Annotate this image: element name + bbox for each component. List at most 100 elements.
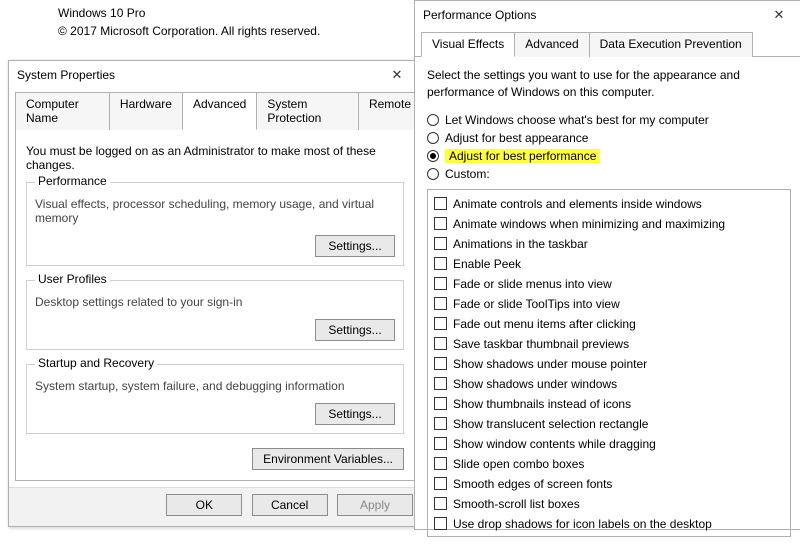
checkbox-icon[interactable] <box>434 197 447 210</box>
dialog-button-row: OK Cancel Apply <box>9 487 421 526</box>
checkbox-icon[interactable] <box>434 397 447 410</box>
list-item[interactable]: Enable Peek <box>434 254 784 274</box>
titlebar[interactable]: System Properties ✕ <box>9 61 421 89</box>
checkbox-label: Smooth-scroll list boxes <box>453 495 580 513</box>
checkbox-label: Show thumbnails instead of icons <box>453 395 631 413</box>
group-title: Startup and Recovery <box>35 356 157 370</box>
environment-variables-button[interactable]: Environment Variables... <box>252 448 404 470</box>
list-item[interactable]: Show window contents while dragging <box>434 434 784 454</box>
checkbox-icon[interactable] <box>434 277 447 290</box>
radio-icon <box>427 114 439 126</box>
checkbox-icon[interactable] <box>434 217 447 230</box>
group-title: User Profiles <box>35 272 110 286</box>
user-profiles-settings-button[interactable]: Settings... <box>315 319 395 341</box>
group-desc: Visual effects, processor scheduling, me… <box>35 197 395 225</box>
checkbox-label: Fade or slide ToolTips into view <box>453 295 620 313</box>
checkbox-label: Fade out menu items after clicking <box>453 315 636 333</box>
checkbox-icon[interactable] <box>434 317 447 330</box>
group-desc: System startup, system failure, and debu… <box>35 379 395 393</box>
tab-system-protection[interactable]: System Protection <box>256 92 359 130</box>
system-properties-dialog: System Properties ✕ Computer Name Hardwa… <box>8 60 422 527</box>
radio-label: Custom: <box>445 167 490 181</box>
checkbox-icon[interactable] <box>434 437 447 450</box>
list-item[interactable]: Smooth edges of screen fonts <box>434 474 784 494</box>
checkbox-label: Show window contents while dragging <box>453 435 656 453</box>
list-item[interactable]: Show shadows under windows <box>434 374 784 394</box>
checkbox-label: Animate controls and elements inside win… <box>453 195 702 213</box>
ok-button[interactable]: OK <box>166 494 242 516</box>
tab-hardware[interactable]: Hardware <box>109 92 183 130</box>
list-item[interactable]: Save taskbar thumbnail previews <box>434 334 784 354</box>
radio-best-performance[interactable]: Adjust for best performance <box>427 147 791 165</box>
checkbox-icon[interactable] <box>434 257 447 270</box>
tabstrip: Computer Name Hardware Advanced System P… <box>9 91 421 129</box>
radio-icon <box>427 168 439 180</box>
list-item[interactable]: Smooth-scroll list boxes <box>434 494 784 514</box>
list-item[interactable]: Animate controls and elements inside win… <box>434 194 784 214</box>
edition-label: Windows 10 Pro <box>58 4 320 22</box>
checkbox-icon[interactable] <box>434 517 447 530</box>
list-item[interactable]: Fade or slide ToolTips into view <box>434 294 784 314</box>
checkbox-icon[interactable] <box>434 457 447 470</box>
radio-label: Let Windows choose what's best for my co… <box>445 113 709 127</box>
close-icon[interactable]: ✕ <box>381 67 413 83</box>
performance-group: Performance Visual effects, processor sc… <box>26 182 404 266</box>
radio-auto[interactable]: Let Windows choose what's best for my co… <box>427 111 791 129</box>
advanced-tab-panel: You must be logged on as an Administrato… <box>15 129 415 481</box>
admin-warning: You must be logged on as an Administrato… <box>26 144 404 172</box>
list-item[interactable]: Show thumbnails instead of icons <box>434 394 784 414</box>
radio-group: Let Windows choose what's best for my co… <box>427 111 791 183</box>
radio-icon <box>427 132 439 144</box>
performance-options-dialog: Performance Options ✕ Visual Effects Adv… <box>414 0 800 530</box>
list-item[interactable]: Fade or slide menus into view <box>434 274 784 294</box>
checkbox-icon[interactable] <box>434 477 447 490</box>
copyright-label: © 2017 Microsoft Corporation. All rights… <box>58 22 320 40</box>
tab-computer-name[interactable]: Computer Name <box>15 92 110 130</box>
tab-dep[interactable]: Data Execution Prevention <box>589 32 753 57</box>
list-item[interactable]: Slide open combo boxes <box>434 454 784 474</box>
checkbox-label: Slide open combo boxes <box>453 455 584 473</box>
titlebar[interactable]: Performance Options ✕ <box>415 1 800 29</box>
group-desc: Desktop settings related to your sign-in <box>35 295 395 309</box>
radio-best-appearance[interactable]: Adjust for best appearance <box>427 129 791 147</box>
list-item[interactable]: Use drop shadows for icon labels on the … <box>434 514 784 534</box>
checkbox-icon[interactable] <box>434 377 447 390</box>
tab-remote[interactable]: Remote <box>358 92 422 130</box>
performance-settings-button[interactable]: Settings... <box>315 235 395 257</box>
tab-visual-effects[interactable]: Visual Effects <box>421 32 515 57</box>
startup-settings-button[interactable]: Settings... <box>315 403 395 425</box>
checkbox-icon[interactable] <box>434 297 447 310</box>
group-title: Performance <box>35 174 110 188</box>
checkbox-label: Enable Peek <box>453 255 521 273</box>
tab-advanced[interactable]: Advanced <box>182 92 257 130</box>
checkbox-label: Animations in the taskbar <box>453 235 588 253</box>
list-item[interactable]: Animations in the taskbar <box>434 234 784 254</box>
checkbox-icon[interactable] <box>434 357 447 370</box>
apply-button[interactable]: Apply <box>337 494 413 516</box>
close-icon[interactable]: ✕ <box>763 7 795 23</box>
radio-label: Adjust for best appearance <box>445 131 588 145</box>
list-item[interactable]: Animate windows when minimizing and maxi… <box>434 214 784 234</box>
radio-custom[interactable]: Custom: <box>427 165 791 183</box>
list-item[interactable]: Show translucent selection rectangle <box>434 414 784 434</box>
dialog-title: Performance Options <box>423 8 536 22</box>
tabstrip: Visual Effects Advanced Data Execution P… <box>415 31 800 56</box>
winver-info: Windows 10 Pro © 2017 Microsoft Corporat… <box>58 4 320 40</box>
checkbox-icon[interactable] <box>434 497 447 510</box>
checkbox-icon[interactable] <box>434 237 447 250</box>
cancel-button[interactable]: Cancel <box>252 494 328 516</box>
user-profiles-group: User Profiles Desktop settings related t… <box>26 280 404 350</box>
visual-effects-panel: Select the settings you want to use for … <box>415 56 800 547</box>
dialog-title: System Properties <box>17 68 115 82</box>
checkbox-icon[interactable] <box>434 417 447 430</box>
radio-icon <box>427 150 439 162</box>
tab-advanced[interactable]: Advanced <box>514 32 589 57</box>
list-item[interactable]: Show shadows under mouse pointer <box>434 354 784 374</box>
list-item[interactable]: Fade out menu items after clicking <box>434 314 784 334</box>
checkbox-label: Show translucent selection rectangle <box>453 415 648 433</box>
visual-effects-checklist[interactable]: Animate controls and elements inside win… <box>427 189 791 537</box>
checkbox-label: Fade or slide menus into view <box>453 275 612 293</box>
radio-label: Adjust for best performance <box>445 149 600 163</box>
checkbox-icon[interactable] <box>434 337 447 350</box>
checkbox-label: Smooth edges of screen fonts <box>453 475 612 493</box>
